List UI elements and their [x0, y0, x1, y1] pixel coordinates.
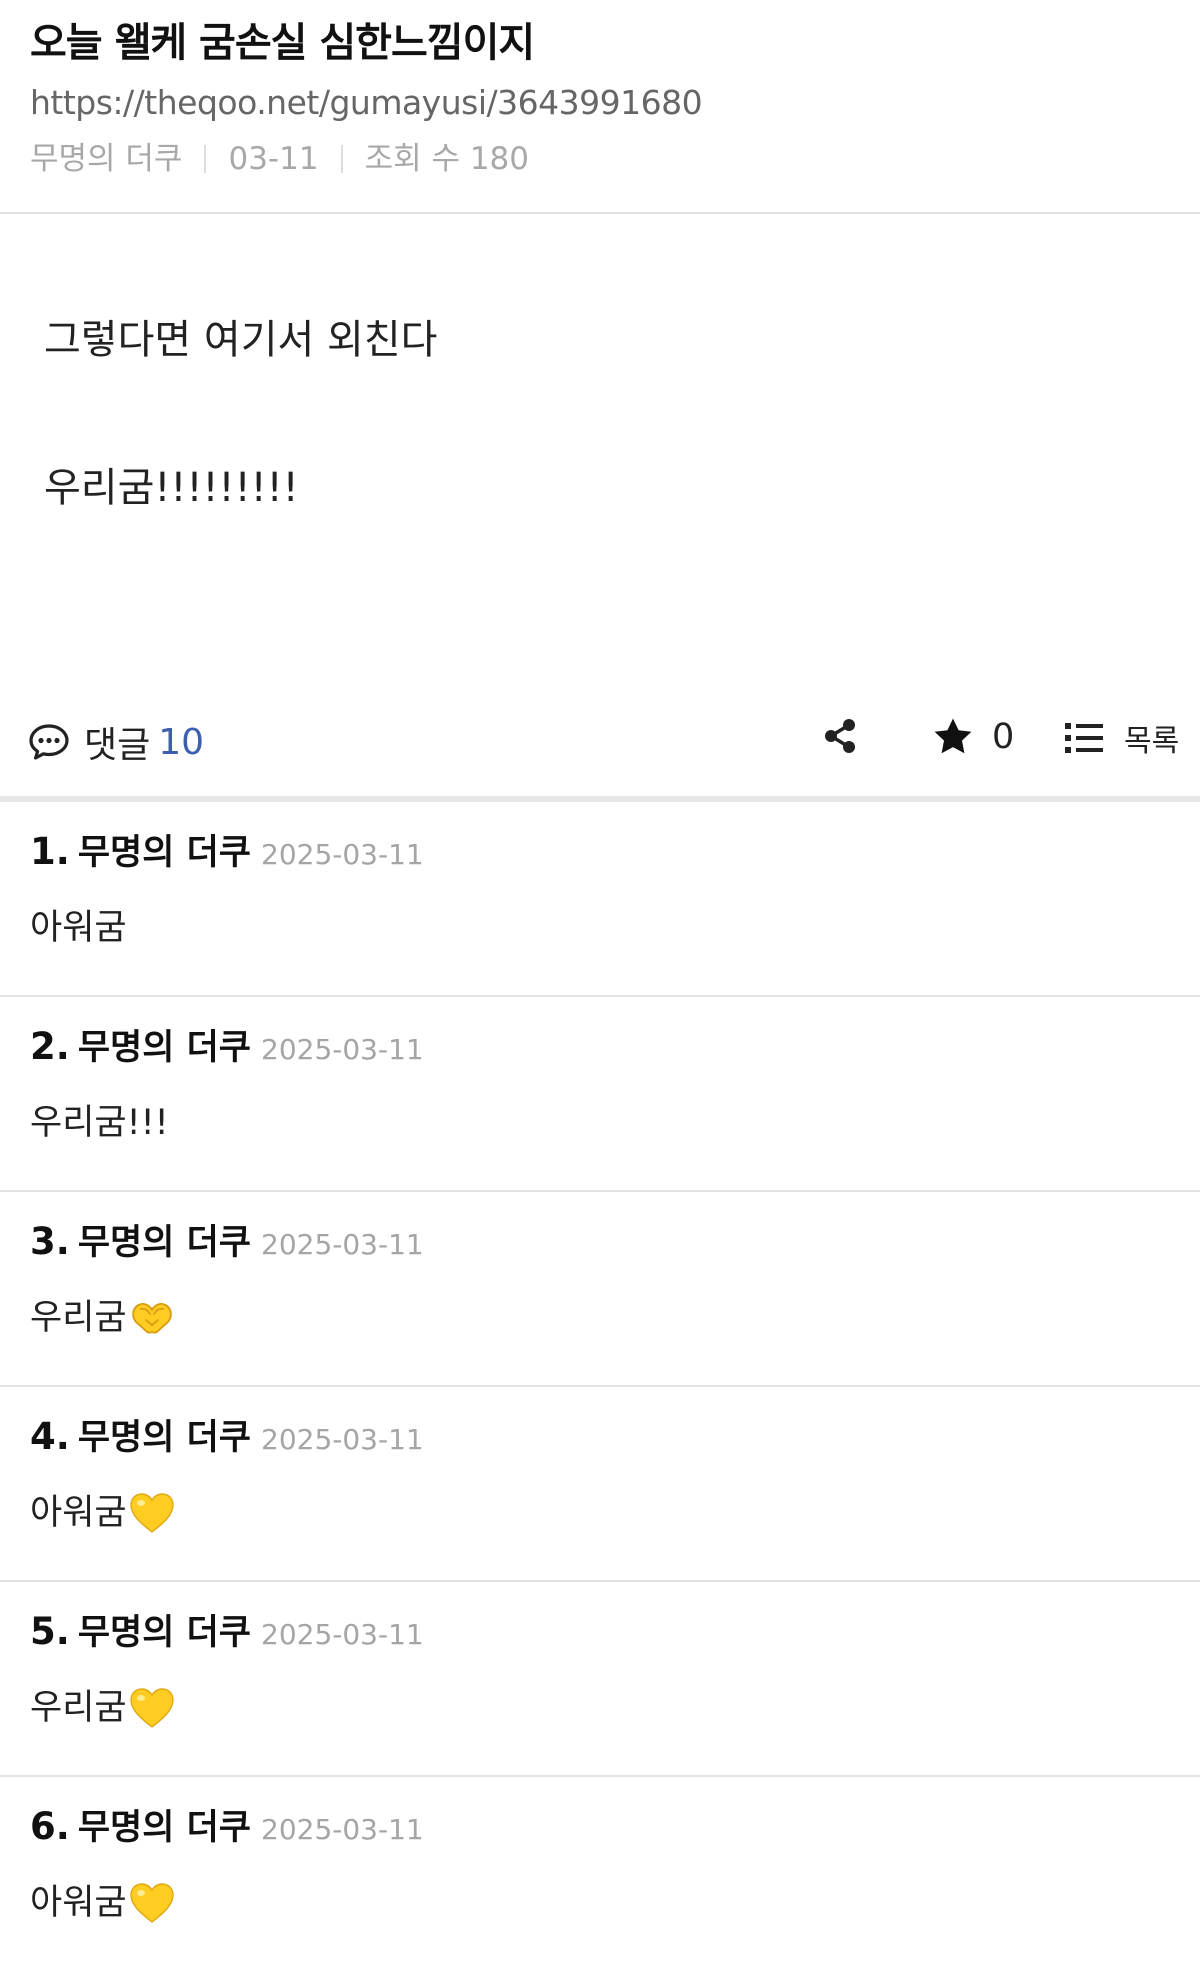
- meta-divider: [340, 145, 343, 173]
- comment-date: 2025-03-11: [261, 1813, 424, 1846]
- post-author: 무명의 더쿠: [30, 141, 183, 177]
- comment-header: 5. 무명의 더쿠 2025-03-11: [30, 1608, 1170, 1659]
- comment-count-button[interactable]: 댓글 10: [28, 716, 204, 768]
- post-views: 조회 수 180: [364, 141, 529, 177]
- post-header: 오늘 왤케 굼손실 심한느낌이지 https://theqoo.net/guma…: [0, 0, 1200, 214]
- comment-header: 3. 무명의 더쿠 2025-03-11: [30, 1218, 1170, 1269]
- post-action-bar: 댓글 10 0 목록: [0, 680, 1200, 802]
- comment-index: 3.: [30, 1220, 70, 1263]
- comment-item: 4. 무명의 더쿠 2025-03-11 아워굼: [0, 1387, 1200, 1582]
- comment-text: 아워굼: [30, 908, 127, 948]
- comment-date: 2025-03-11: [261, 1618, 424, 1651]
- post-page: 오늘 왤케 굼손실 심한느낌이지 https://theqoo.net/guma…: [0, 0, 1200, 1971]
- comment-author: 무명의 더쿠: [77, 833, 251, 873]
- comment-body: 아워굼: [30, 901, 1170, 955]
- comment-body: 우리굼!!!: [30, 1096, 1170, 1150]
- comment-item: 3. 무명의 더쿠 2025-03-11 우리굼: [0, 1192, 1200, 1387]
- share-icon[interactable]: [820, 716, 860, 756]
- comment-item: 6. 무명의 더쿠 2025-03-11 아워굼: [0, 1777, 1200, 1971]
- comment-index: 2.: [30, 1025, 70, 1068]
- post-meta: 무명의 더쿠 03-11 조회 수 180: [30, 134, 1170, 184]
- comment-text: 우리굼: [30, 1298, 127, 1338]
- list-button[interactable]: 목록: [1064, 716, 1179, 760]
- comment-index: 1.: [30, 830, 70, 873]
- comment-text: 우리굼: [30, 1688, 127, 1728]
- comment-text: 아워굼: [30, 1493, 127, 1533]
- post-date: 03-11: [228, 141, 319, 177]
- comment-author: 무명의 더쿠: [77, 1028, 251, 1068]
- comment-label: 댓글: [84, 725, 151, 766]
- comment-text: 아워굼: [30, 1883, 127, 1923]
- comment-list: 1. 무명의 더쿠 2025-03-11 아워굼 2. 무명의 더쿠 2025-…: [0, 802, 1200, 1971]
- comment-date: 2025-03-11: [261, 1423, 424, 1456]
- comment-header: 1. 무명의 더쿠 2025-03-11: [30, 828, 1170, 879]
- comment-text: 우리굼!!!: [30, 1103, 169, 1143]
- comment-body: 우리굼: [30, 1681, 1170, 1735]
- comment-date: 2025-03-11: [261, 1228, 424, 1261]
- comment-date: 2025-03-11: [261, 838, 424, 871]
- comment-index: 4.: [30, 1415, 70, 1458]
- comment-header: 2. 무명의 더쿠 2025-03-11: [30, 1023, 1170, 1074]
- comment-bubble-icon: [29, 724, 69, 760]
- comment-item: 5. 무명의 더쿠 2025-03-11 우리굼: [0, 1582, 1200, 1777]
- comment-count: 10: [158, 721, 205, 763]
- content-line: 그렇다면 여기서 외친다: [44, 317, 438, 363]
- comment-item: 1. 무명의 더쿠 2025-03-11 아워굼: [0, 802, 1200, 997]
- comment-header: 6. 무명의 더쿠 2025-03-11: [30, 1803, 1170, 1854]
- comment-body: 아워굼: [30, 1486, 1170, 1540]
- comment-body: 아워굼: [30, 1876, 1170, 1930]
- content-line: 우리굼!!!!!!!!!: [44, 465, 299, 511]
- star-count: 0: [992, 717, 1015, 757]
- star-button[interactable]: 0: [932, 716, 1014, 758]
- post-title: 오늘 왤케 굼손실 심한느낌이지: [30, 20, 535, 66]
- yellow-heart-emoji-icon: [129, 1687, 175, 1729]
- star-icon: [934, 718, 972, 754]
- comment-author: 무명의 더쿠: [77, 1223, 251, 1263]
- comment-item: 2. 무명의 더쿠 2025-03-11 우리굼!!!: [0, 997, 1200, 1192]
- post-url[interactable]: https://theqoo.net/gumayusi/3643991680: [30, 78, 1170, 128]
- comment-index: 5.: [30, 1610, 70, 1653]
- post-content: 그렇다면 여기서 외친다 우리굼!!!!!!!!!: [0, 214, 1200, 680]
- comment-author: 무명의 더쿠: [77, 1808, 251, 1848]
- comment-header: 4. 무명의 더쿠 2025-03-11: [30, 1413, 1170, 1464]
- comment-index: 6.: [30, 1805, 70, 1848]
- comment-body: 우리굼: [30, 1291, 1170, 1345]
- list-label: 목록: [1124, 724, 1180, 759]
- yellow-heart-emoji-icon: [129, 1492, 175, 1534]
- yellow-heart-emoji-icon: [129, 1882, 175, 1924]
- comment-author: 무명의 더쿠: [77, 1613, 251, 1653]
- heart-hands-emoji-icon: [129, 1300, 175, 1336]
- list-icon: [1065, 723, 1103, 753]
- meta-divider: [204, 145, 207, 173]
- comment-date: 2025-03-11: [261, 1033, 424, 1066]
- comment-author: 무명의 더쿠: [77, 1418, 251, 1458]
